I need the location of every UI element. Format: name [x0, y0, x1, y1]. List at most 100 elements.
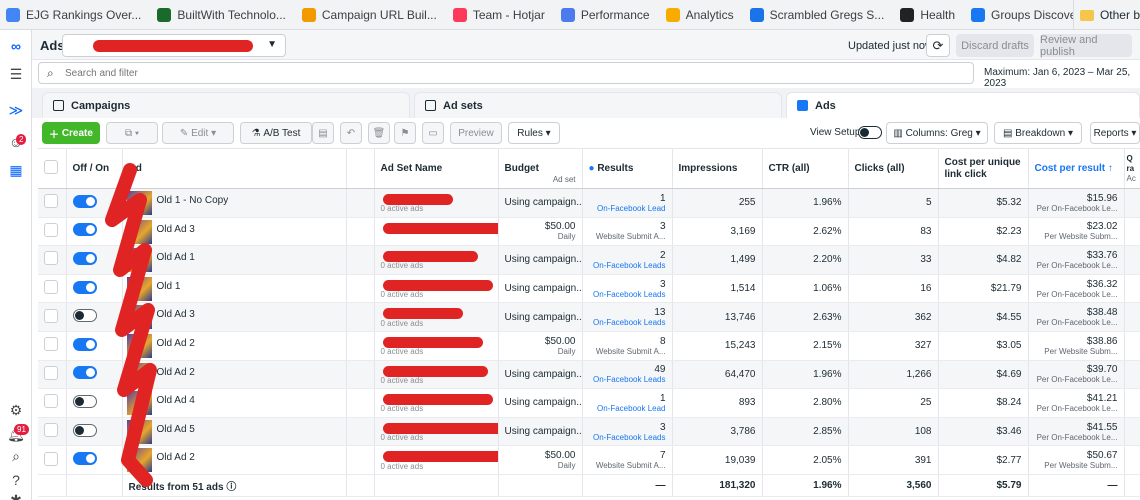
ad-toggle[interactable] — [72, 452, 97, 466]
discard-drafts-button[interactable]: Discard drafts — [956, 34, 1034, 57]
column-budget[interactable]: Budget Ad set — [498, 148, 583, 189]
bug-icon[interactable]: ✱ — [8, 492, 24, 500]
row-checkbox[interactable] — [44, 451, 58, 466]
table-row[interactable]: Old Ad 40 active ads Using campaign... 1 On… — [38, 388, 1140, 418]
refresh-button[interactable]: ⟳ — [926, 34, 950, 57]
tab-campaigns[interactable]: Campaigns — [42, 92, 410, 118]
bookmark-item[interactable]: Scrambled Gregs S... — [749, 7, 885, 22]
select-all-checkbox[interactable] — [44, 160, 58, 174]
account-selector[interactable]: ▼ — [62, 34, 286, 57]
ad-toggle[interactable] — [72, 423, 97, 437]
undo-icon[interactable]: ↶ — [340, 122, 362, 144]
ctr-cell: 2.05% — [762, 445, 849, 475]
ads-manager-icon[interactable]: ≫ — [8, 102, 24, 118]
bookmark-item[interactable]: Health — [900, 7, 955, 22]
results-value: 3 — [659, 278, 666, 290]
row-checkbox[interactable] — [44, 222, 58, 237]
row-checkbox[interactable] — [44, 394, 58, 409]
create-button[interactable]: ＋ Create — [42, 122, 100, 144]
edit-button[interactable]: ✎ Edit ▾ — [162, 122, 234, 144]
row-checkbox[interactable] — [44, 308, 58, 323]
tab-ad-sets[interactable]: Ad sets — [414, 92, 782, 118]
column-cpr[interactable]: Cost per result ↑ — [1028, 148, 1125, 189]
table-icon[interactable]: ▦ — [8, 162, 24, 178]
table-row[interactable]: Old 1 - No Copy 0 active ads Using campaig… — [38, 188, 1140, 218]
row-checkbox[interactable] — [44, 337, 58, 352]
table-row[interactable]: Old Ad 3 $50.00 Daily 3 Website Submit A... 3… — [38, 217, 1140, 247]
ad-set-cell[interactable]: 0 active ads — [374, 245, 499, 275]
table-row[interactable]: Old Ad 30 active ads Using campaign... 13 O… — [38, 302, 1140, 332]
reports-button[interactable]: Reports ▾ — [1090, 122, 1140, 144]
view-setup-toggle[interactable] — [858, 126, 882, 139]
rules-button[interactable]: Rules ▾ — [508, 122, 560, 144]
bookmark-item[interactable]: Campaign URL Buil... — [301, 7, 437, 22]
table-row[interactable]: Old 10 active ads Using campaign... 3 On-Fa… — [38, 274, 1140, 304]
search-icon[interactable]: ⌕ — [8, 448, 24, 464]
columns-button[interactable]: ▥ Columns: Greg ▾ — [886, 122, 988, 144]
delete-icon[interactable]: 🗑︎ — [368, 122, 390, 144]
bookmark-item[interactable]: Analytics — [665, 7, 734, 22]
table-row[interactable]: Old Ad 20 active ads $50.00 Daily 8 Website … — [38, 331, 1140, 361]
ad-set-cell[interactable]: 0 active ads — [374, 388, 499, 418]
row-checkbox[interactable] — [44, 423, 58, 438]
bookmark-item[interactable]: Performance — [560, 7, 650, 22]
bookmark-label: Scrambled Gregs S... — [769, 7, 885, 22]
column-impressions[interactable]: Impressions — [672, 148, 763, 189]
menu-icon[interactable]: ☰ — [8, 66, 24, 82]
budget-cell: $50.00 Daily — [498, 217, 583, 247]
row-checkbox[interactable] — [44, 280, 58, 295]
column-cpc-unique[interactable]: Cost per unique link click — [938, 148, 1029, 189]
ad-set-cell[interactable] — [374, 217, 499, 247]
bookmark-item[interactable]: BuiltWith Technolo... — [157, 7, 286, 22]
search-input[interactable] — [65, 65, 945, 81]
ad-set-cell[interactable]: 0 active ads — [374, 417, 499, 447]
bookmark-item[interactable]: EJG Rankings Over... — [6, 7, 141, 22]
ab-test-button[interactable]: ⚗ A/B Test — [240, 122, 312, 144]
ad-set-cell[interactable]: 0 active ads — [374, 331, 499, 361]
bookmark-item[interactable]: Team - Hotjar — [452, 7, 545, 22]
ad-toggle[interactable] — [72, 309, 97, 323]
table-row[interactable]: Old Ad 20 active ads $50.00 Daily 7 Website … — [38, 445, 1140, 475]
ad-toggle[interactable] — [72, 394, 97, 408]
column-ad-set-name[interactable]: Ad Set Name — [374, 148, 499, 189]
table-row[interactable]: Old Ad 50 active ads Using campaign... 3 On… — [38, 417, 1140, 447]
ad-set-cell[interactable]: 0 active ads — [374, 445, 499, 475]
ad-set-cell[interactable]: 0 active ads — [374, 274, 499, 304]
other-bookmarks[interactable]: Other b — [1072, 0, 1140, 29]
row-checkbox[interactable] — [44, 194, 58, 209]
table-row[interactable]: Old Ad 20 active ads Using campaign... 49 O… — [38, 360, 1140, 390]
ad-set-cell[interactable]: 0 active ads — [374, 302, 499, 332]
meta-logo-icon[interactable]: ∞ — [8, 38, 24, 54]
column-results[interactable]: ● Results — [582, 148, 673, 189]
preview-button[interactable]: Preview — [450, 122, 502, 144]
ad-toggle[interactable] — [72, 223, 97, 237]
help-icon[interactable]: ? — [8, 472, 24, 488]
clipboard-icon[interactable]: ▤ — [312, 122, 334, 144]
ad-toggle[interactable] — [72, 280, 97, 294]
ad-toggle[interactable] — [72, 251, 97, 265]
ad-toggle[interactable] — [72, 366, 97, 380]
footer-results: — — [582, 473, 673, 497]
edit-label: Edit — [191, 127, 209, 139]
ad-toggle[interactable] — [72, 337, 97, 351]
grid-icon — [425, 100, 436, 111]
row-checkbox[interactable] — [44, 251, 58, 266]
tag-icon[interactable]: ⚑ — [394, 122, 416, 144]
comment-icon[interactable]: ▭ — [422, 122, 444, 144]
date-range[interactable]: Maximum: Jan 6, 2023 – Mar 25, 2023 — [984, 67, 1140, 89]
column-ctr[interactable]: CTR (all) — [762, 148, 849, 189]
ad-toggle[interactable] — [72, 194, 97, 208]
column-quality[interactable]: Q ra Ac — [1124, 148, 1140, 189]
row-checkbox[interactable] — [44, 365, 58, 380]
bookmark-item[interactable]: Groups Discover — [971, 7, 1080, 22]
tab-ads[interactable]: Ads — [786, 92, 1140, 118]
review-publish-button[interactable]: Review and publish — [1040, 34, 1132, 58]
breakdown-button[interactable]: ▤ Breakdown ▾ — [994, 122, 1082, 144]
duplicate-button[interactable]: ⧉ ▾ — [106, 122, 158, 144]
budget-cell: Using campaign... — [498, 388, 583, 418]
settings-icon[interactable]: ⚙ — [8, 402, 24, 418]
ad-set-cell[interactable]: 0 active ads — [374, 360, 499, 390]
ad-set-cell[interactable]: 0 active ads — [374, 188, 499, 218]
table-row[interactable]: Old Ad 10 active ads Using campaign... 2 On… — [38, 245, 1140, 275]
column-clicks[interactable]: Clicks (all) — [848, 148, 939, 189]
